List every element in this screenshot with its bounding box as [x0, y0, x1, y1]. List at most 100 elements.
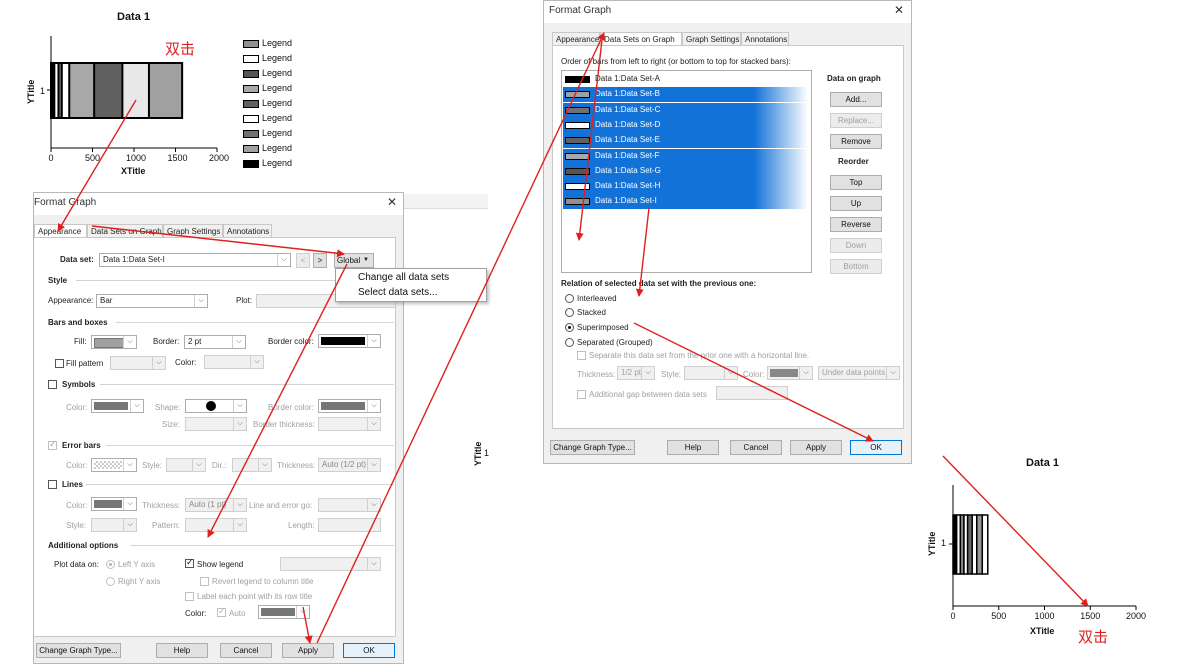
- tab-graph-settings[interactable]: Graph Settings: [163, 224, 223, 237]
- cancel-button[interactable]: Cancel: [220, 643, 272, 658]
- help-button[interactable]: Help: [156, 643, 208, 658]
- prev-data-set-button[interactable]: <: [296, 253, 310, 268]
- list-item[interactable]: Data 1:Data Set-C: [563, 102, 808, 118]
- additional-gap-input[interactable]: [716, 386, 788, 400]
- gap-style-select[interactable]: ⌵: [684, 366, 738, 380]
- lines-style-select[interactable]: ⌵: [91, 518, 137, 532]
- tab-data-sets-on-graph[interactable]: Data Sets on Graph: [600, 32, 682, 46]
- close-icon[interactable]: ✕: [894, 3, 904, 17]
- interleaved-radio[interactable]: [565, 294, 574, 303]
- error-color-select[interactable]: ⌵: [91, 458, 137, 472]
- legend-color-select[interactable]: ⌵: [258, 605, 310, 619]
- symbol-color-select[interactable]: ⌵: [91, 399, 144, 413]
- fill-pattern-select[interactable]: ⌵: [110, 356, 166, 370]
- tab-data-sets-on-graph[interactable]: Data Sets on Graph: [87, 224, 163, 237]
- ok-button[interactable]: OK: [850, 440, 902, 455]
- stacked-bar-segment-7[interactable]: [981, 514, 989, 575]
- replace-button[interactable]: Replace...: [830, 113, 882, 128]
- error-bars-checkbox[interactable]: ✓: [48, 439, 57, 450]
- stacked-radio[interactable]: [565, 308, 574, 317]
- border-select[interactable]: 2 pt ⌵: [184, 335, 246, 349]
- help-button[interactable]: Help: [667, 440, 719, 455]
- lines-color-select[interactable]: ⌵: [91, 497, 137, 511]
- change-graph-type-button[interactable]: Change Graph Type...: [550, 440, 635, 455]
- down-button[interactable]: Down: [830, 238, 882, 253]
- symbol-border-color-select[interactable]: ⌵: [318, 399, 381, 413]
- superimposed-radio[interactable]: [565, 323, 574, 332]
- show-legend-checkbox[interactable]: ✓: [185, 557, 194, 568]
- pattern-color-select[interactable]: ⌵: [204, 355, 264, 369]
- list-item[interactable]: Data 1:Data Set-A: [563, 72, 808, 87]
- list-item[interactable]: Data 1:Data Set-I: [563, 194, 808, 210]
- error-thickness-select[interactable]: Auto (1/2 pt) ⌵: [318, 458, 381, 472]
- remove-button[interactable]: Remove: [830, 134, 882, 149]
- top-chart-plot[interactable]: [0, 0, 240, 180]
- separate-line-checkbox[interactable]: [577, 351, 586, 360]
- border-color-select[interactable]: ⌵: [318, 334, 381, 348]
- gap-color-select[interactable]: ⌵: [767, 366, 813, 380]
- data-sets-list[interactable]: Data 1:Data Set-A Data 1:Data Set-B Data 1…: [561, 70, 812, 273]
- list-item[interactable]: Data 1:Data Set-B: [563, 87, 808, 103]
- tab-appearance[interactable]: Appearance: [552, 32, 600, 45]
- border-thickness-select[interactable]: ⌵: [318, 417, 381, 431]
- chevron-down-icon: ⌵: [250, 356, 263, 368]
- symbols-checkbox[interactable]: [48, 380, 57, 389]
- bar-series-7[interactable]: [50, 62, 56, 119]
- data-set-select[interactable]: Data 1:Data Set-I ⌵: [99, 253, 291, 267]
- mid-ytitle-label: YTitle: [473, 441, 483, 466]
- label-each-point-checkbox[interactable]: [185, 592, 194, 601]
- top-button[interactable]: Top: [830, 175, 882, 190]
- tab-annotations[interactable]: Annotations: [223, 224, 272, 237]
- separated-radio[interactable]: [565, 338, 574, 347]
- next-data-set-button[interactable]: >: [313, 253, 327, 268]
- left-format-graph-dialog: Format Graph ✕ Appearance Data Sets on G…: [33, 192, 404, 664]
- list-item[interactable]: Data 1:Data Set-F: [563, 148, 808, 164]
- line-error-select[interactable]: ⌵: [318, 498, 381, 512]
- reverse-button[interactable]: Reverse: [830, 217, 882, 232]
- tab-graph-settings[interactable]: Graph Settings: [682, 32, 741, 45]
- tab-appearance[interactable]: Appearance: [34, 224, 87, 238]
- ok-button[interactable]: OK: [343, 643, 395, 658]
- auto-color-checkbox[interactable]: ✓: [217, 606, 226, 617]
- data-set-name: Data 1:Data Set-A: [595, 74, 660, 83]
- plot-label: Plot:: [236, 296, 253, 305]
- appearance-select[interactable]: Bar ⌵: [96, 294, 208, 308]
- pattern-select[interactable]: ⌵: [185, 518, 247, 532]
- fill-color-select[interactable]: ⌵: [91, 335, 137, 349]
- fill-pattern-checkbox[interactable]: [55, 359, 64, 368]
- apply-button[interactable]: Apply: [790, 440, 842, 455]
- close-icon[interactable]: ✕: [387, 195, 397, 209]
- shape-select[interactable]: ⌵: [185, 399, 247, 413]
- menu-item-select-data-sets[interactable]: Select data sets...: [358, 287, 438, 298]
- length-select[interactable]: [318, 518, 381, 532]
- list-item[interactable]: Data 1:Data Set-D: [563, 117, 808, 133]
- lines-checkbox[interactable]: [48, 480, 57, 489]
- additional-gap-checkbox[interactable]: [577, 390, 586, 399]
- global-button[interactable]: Global ▼: [334, 253, 374, 268]
- error-style-select[interactable]: ⌵: [166, 458, 206, 472]
- bottom-button[interactable]: Bottom: [830, 259, 882, 274]
- apply-button[interactable]: Apply: [282, 643, 334, 658]
- cancel-button[interactable]: Cancel: [730, 440, 782, 455]
- list-item[interactable]: Data 1:Data Set-E: [563, 133, 808, 149]
- radio-dot: [568, 326, 571, 329]
- size-select[interactable]: ⌵: [185, 417, 247, 431]
- right-y-axis-radio[interactable]: [106, 577, 115, 586]
- legend-select[interactable]: ⌵: [280, 557, 381, 571]
- list-item[interactable]: Data 1:Data Set-G: [563, 163, 808, 179]
- revert-legend-checkbox[interactable]: [200, 577, 209, 586]
- gap-thickness-select[interactable]: 1/2 pt ⌵: [617, 366, 655, 380]
- bottom-chart-plot[interactable]: [900, 470, 1160, 630]
- add-button[interactable]: Add...: [830, 92, 882, 107]
- left-y-axis-radio[interactable]: [106, 560, 115, 569]
- list-item[interactable]: Data 1:Data Set-H: [563, 179, 808, 195]
- dir-select[interactable]: ⌵: [232, 458, 272, 472]
- up-button[interactable]: Up: [830, 196, 882, 211]
- chevron-down-icon: ⌵: [367, 400, 380, 412]
- menu-item-change-all-data-sets[interactable]: Change all data sets: [358, 272, 449, 283]
- stacked-bar-segment-6[interactable]: [976, 514, 984, 575]
- change-graph-type-button[interactable]: Change Graph Type...: [36, 643, 121, 658]
- under-data-points-select[interactable]: Under data points ⌵: [818, 366, 900, 380]
- lines-thickness-select[interactable]: Auto (1 pt) ⌵: [185, 498, 247, 512]
- tab-annotations[interactable]: Annotations: [741, 32, 789, 45]
